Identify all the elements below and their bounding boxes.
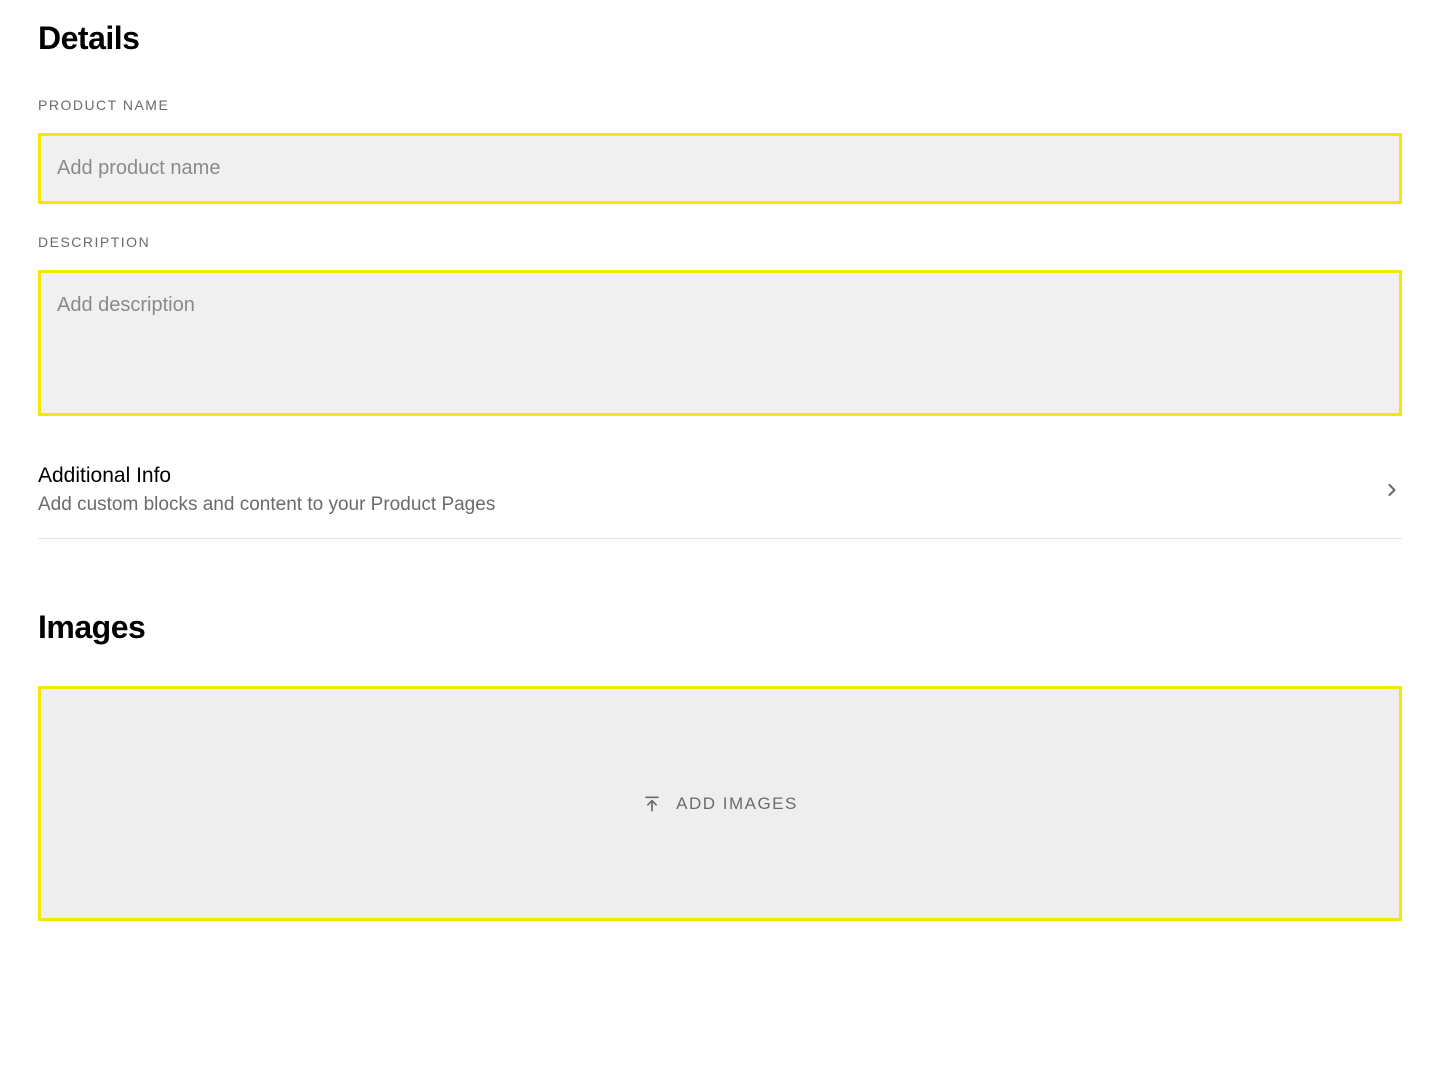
details-heading: Details: [38, 20, 1402, 57]
product-name-input-wrapper: [38, 133, 1402, 204]
product-name-label: PRODUCT NAME: [38, 97, 1402, 113]
additional-info-subtitle: Add custom blocks and content to your Pr…: [38, 494, 495, 516]
additional-info-row[interactable]: Additional Info Add custom blocks and co…: [38, 446, 1402, 539]
upload-icon: [642, 794, 662, 814]
chevron-right-icon: [1382, 480, 1402, 500]
description-label: DESCRIPTION: [38, 234, 1402, 250]
additional-info-text: Additional Info Add custom blocks and co…: [38, 464, 495, 516]
additional-info-title: Additional Info: [38, 464, 495, 488]
description-input[interactable]: [41, 273, 1399, 408]
product-name-input[interactable]: [41, 136, 1399, 201]
add-images-label: ADD IMAGES: [676, 794, 798, 814]
add-images-dropzone[interactable]: ADD IMAGES: [38, 686, 1402, 921]
description-input-wrapper: [38, 270, 1402, 416]
images-heading: Images: [38, 609, 1402, 646]
